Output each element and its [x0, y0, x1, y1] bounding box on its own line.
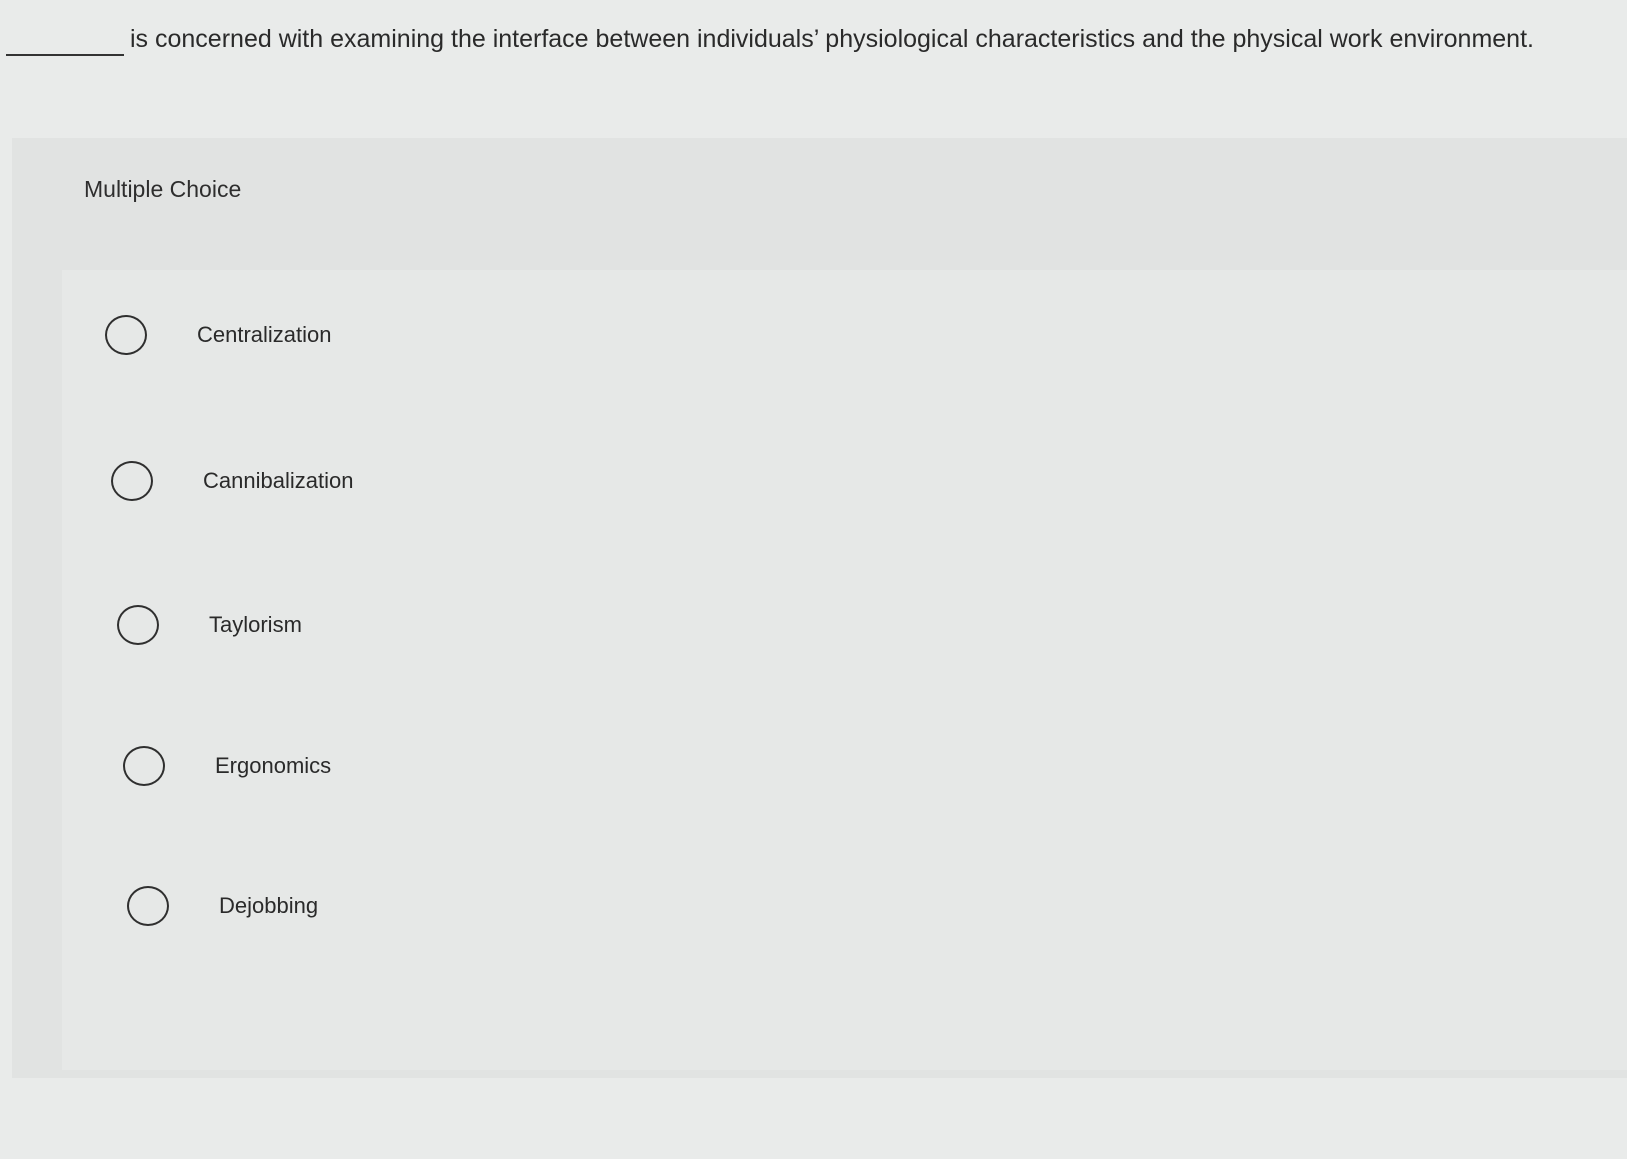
options-area: [62, 270, 1627, 1070]
option-dejobbing[interactable]: Dejobbing: [127, 886, 318, 926]
option-cannibalization[interactable]: Cannibalization: [111, 461, 353, 501]
radio-button[interactable]: [123, 746, 165, 786]
option-ergonomics[interactable]: Ergonomics: [123, 746, 331, 786]
question-stem: is concerned with examining the interfac…: [130, 25, 1534, 53]
option-label: Ergonomics: [215, 753, 332, 778]
option-label: Centralization: [197, 322, 332, 347]
radio-button[interactable]: [117, 605, 159, 645]
option-centralization[interactable]: Centralization: [105, 315, 332, 355]
option-label: Dejobbing: [219, 893, 319, 918]
question-text: is concerned with examining the interfac…: [6, 22, 1621, 56]
radio-button[interactable]: [127, 886, 169, 926]
option-label: Taylorism: [209, 612, 302, 637]
radio-button[interactable]: [105, 315, 147, 355]
option-label: Cannibalization: [203, 468, 354, 493]
radio-button[interactable]: [111, 461, 153, 501]
question-type-label: Multiple Choice: [84, 176, 242, 202]
option-taylorism[interactable]: Taylorism: [117, 605, 302, 645]
answer-blank: [6, 26, 124, 56]
